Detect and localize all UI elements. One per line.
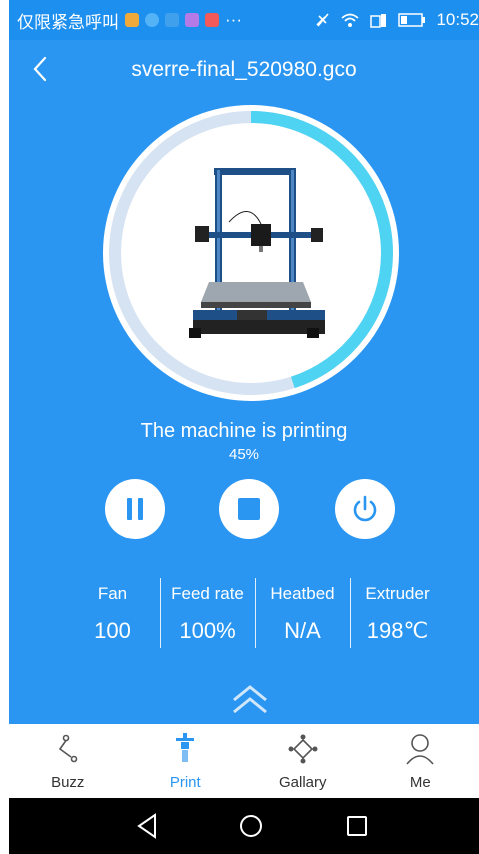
nav-back-icon[interactable] — [131, 810, 163, 842]
app-icon-5 — [205, 13, 219, 27]
tab-label: Print — [169, 774, 201, 791]
stat-value: 100% — [179, 618, 236, 643]
app-icon-1 — [125, 13, 139, 27]
stat-heatbed: Heatbed N/A — [255, 576, 350, 656]
screen: 仅限紧急呼叫 ··· 10:52 sverre-final_520980.gco… — [0, 0, 479, 854]
battery-icon — [398, 13, 426, 27]
status-bar: 仅限紧急呼叫 ··· 10:52 — [9, 0, 479, 40]
stop-button[interactable] — [219, 479, 279, 539]
stat-label: Fan — [97, 584, 128, 603]
stat-value: 100 — [94, 618, 131, 643]
status-bar-right: 10:52 — [314, 0, 479, 40]
tab-label: Buzz — [51, 774, 85, 791]
app-icon-4 — [185, 13, 199, 27]
progress-percent: 45% — [228, 446, 260, 463]
app-icon-2 — [145, 13, 159, 27]
print-icon — [176, 733, 195, 762]
pause-icon — [127, 498, 143, 520]
stats-row: Fan 100 Feed rate 100% Heatbed N/A Extru… — [65, 576, 445, 656]
bottom-tab-bar: Buzz Print Gallary Me — [9, 724, 479, 798]
machine-status-text: The machine is printing — [140, 420, 348, 442]
buzz-icon — [58, 734, 78, 763]
stat-feed-rate: Feed rate 100% — [160, 576, 255, 656]
mute-icon — [316, 13, 330, 27]
stat-label: Feed rate — [171, 584, 244, 603]
gallery-icon — [288, 734, 318, 764]
tab-print[interactable]: Print — [127, 724, 245, 798]
signal-icon — [370, 14, 387, 28]
app-icon-3 — [165, 13, 179, 27]
stop-icon — [238, 498, 260, 520]
power-button[interactable] — [335, 479, 395, 539]
pause-button[interactable] — [105, 479, 165, 539]
carrier-text: 仅限紧急呼叫 — [17, 12, 119, 32]
stat-label: Heatbed — [270, 584, 335, 603]
status-bar-left: 仅限紧急呼叫 ··· — [17, 0, 242, 40]
printer-image — [189, 168, 325, 338]
power-icon — [353, 495, 377, 522]
stat-value: 198℃ — [366, 618, 429, 643]
expand-up-icon[interactable] — [230, 682, 270, 716]
file-name-title: sverre-final_520980.gco — [131, 58, 357, 81]
status-time: 10:52 — [436, 10, 479, 29]
tab-label: Me — [409, 774, 431, 791]
nav-recents-icon[interactable] — [341, 810, 373, 842]
tab-buzz[interactable]: Buzz — [9, 724, 127, 798]
stat-value: N/A — [284, 618, 321, 643]
tab-gallery[interactable]: Gallary — [244, 724, 362, 798]
system-nav-bar — [9, 798, 479, 854]
stat-fan: Fan 100 — [65, 576, 160, 656]
print-status-panel: sverre-final_520980.gco The machine is p… — [9, 40, 479, 724]
tab-me[interactable]: Me — [362, 724, 479, 798]
more-notifications-icon: ··· — [225, 10, 242, 29]
tab-label: Gallary — [278, 774, 327, 791]
stat-label: Extruder — [365, 584, 430, 603]
wifi-icon — [341, 13, 360, 27]
profile-icon — [406, 734, 434, 765]
nav-home-icon[interactable] — [235, 810, 267, 842]
stat-extruder: Extruder 198℃ — [350, 576, 445, 656]
